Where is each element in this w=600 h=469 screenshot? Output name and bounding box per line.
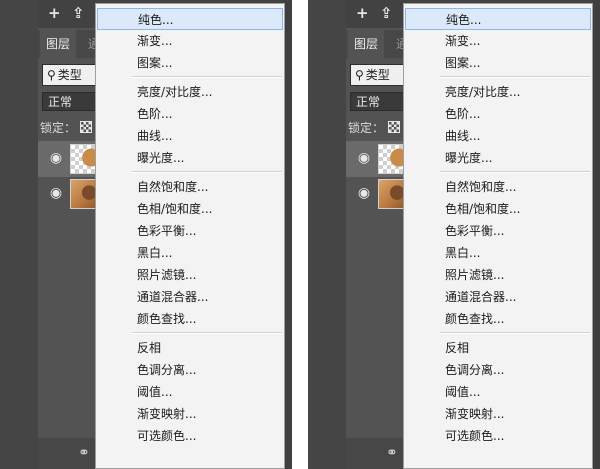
- left-gutter: [308, 0, 346, 469]
- right-gutter: [593, 0, 600, 469]
- menu-item[interactable]: 色相/饱和度...: [405, 198, 591, 220]
- upload-icon[interactable]: ⇪: [72, 4, 85, 22]
- menu-separator-highlight: [132, 333, 282, 334]
- menu-item[interactable]: 渐变...: [405, 30, 591, 52]
- menu-item[interactable]: 曲线...: [97, 125, 283, 147]
- eye-icon[interactable]: ◉: [356, 185, 372, 201]
- menu-item[interactable]: 通道混合器...: [405, 286, 591, 308]
- menu-item[interactable]: 亮度/对比度...: [405, 81, 591, 103]
- menu-separator-highlight: [440, 333, 590, 334]
- filter-label: 类型: [365, 68, 390, 82]
- menu-item[interactable]: 照片滤镜...: [97, 264, 283, 286]
- menu-item[interactable]: 渐变映射...: [405, 403, 591, 425]
- menu-item[interactable]: 色相/饱和度...: [97, 198, 283, 220]
- right-gutter: [285, 0, 292, 469]
- lock-label: 锁定：: [40, 121, 77, 135]
- menu-separator-highlight: [440, 172, 590, 173]
- search-icon: ⚲: [47, 68, 56, 82]
- menu-item[interactable]: 纯色...: [97, 8, 283, 30]
- menu-item[interactable]: 亮度/对比度...: [97, 81, 283, 103]
- add-icon[interactable]: +: [356, 4, 369, 22]
- menu-item[interactable]: 曲线...: [405, 125, 591, 147]
- menu-item[interactable]: 颜色查找...: [405, 308, 591, 330]
- search-icon: ⚲: [355, 68, 364, 82]
- filter-label: 类型: [57, 68, 82, 82]
- menu-item[interactable]: 色调分离...: [97, 359, 283, 381]
- menu-item[interactable]: 色阶...: [97, 103, 283, 125]
- menu-item[interactable]: 照片滤镜...: [405, 264, 591, 286]
- add-icon[interactable]: +: [48, 4, 61, 22]
- menu-item[interactable]: 图案...: [97, 52, 283, 74]
- lock-transparency-icon[interactable]: [388, 121, 401, 133]
- menu-item[interactable]: 通道混合器...: [97, 286, 283, 308]
- menu-item[interactable]: 色阶...: [405, 103, 591, 125]
- menu-item[interactable]: 黑白...: [97, 242, 283, 264]
- menu-item[interactable]: 反相: [405, 337, 591, 359]
- menu-item[interactable]: 黑白...: [405, 242, 591, 264]
- link-icon[interactable]: ⚭: [386, 445, 398, 461]
- upload-icon[interactable]: ⇪: [380, 4, 393, 22]
- eye-icon[interactable]: ◉: [356, 150, 372, 166]
- menu-item[interactable]: 纯色...: [405, 8, 591, 30]
- menu-item[interactable]: 曝光度...: [405, 147, 591, 169]
- lock-transparency-icon[interactable]: [80, 121, 93, 133]
- menu-item[interactable]: 阈值...: [405, 381, 591, 403]
- adjustment-layer-menu: 纯色... 渐变... 图案... 亮度/对比度... 色阶... 曲线... 曝光度...…: [95, 3, 285, 469]
- menu-item[interactable]: 色彩平衡...: [97, 220, 283, 242]
- menu-item[interactable]: 可选颜色...: [405, 425, 591, 447]
- menu-separator-highlight: [440, 77, 590, 78]
- menu-separator-highlight: [132, 77, 282, 78]
- tab-layers[interactable]: 图层: [40, 30, 77, 58]
- adjustment-layer-menu: 纯色... 渐变... 图案... 亮度/对比度... 色阶... 曲线... 曝光度...…: [403, 3, 593, 469]
- eye-icon[interactable]: ◉: [48, 185, 64, 201]
- menu-item[interactable]: 自然饱和度...: [97, 176, 283, 198]
- menu-item[interactable]: 渐变映射...: [97, 403, 283, 425]
- layers-panel-left: + ⇪ 图层 通 ⚲类型 正常 锁定： ◉ ◉ ⚭ fx 纯色...渐变...图…: [0, 0, 292, 469]
- lock-row: 锁定：: [40, 119, 93, 137]
- menu-item[interactable]: 可选颜色...: [97, 425, 283, 447]
- lock-row: 锁定：: [348, 119, 401, 137]
- left-gutter: [0, 0, 38, 469]
- menu-item[interactable]: 色彩平衡...: [405, 220, 591, 242]
- menu-item[interactable]: 颜色查找...: [97, 308, 283, 330]
- menu-item[interactable]: 曝光度...: [97, 147, 283, 169]
- menu-separator-highlight: [132, 172, 282, 173]
- eye-icon[interactable]: ◉: [48, 150, 64, 166]
- layers-panel-right: + ⇪ 图层 通 ⚲类型 正常 锁定： ◉ ◉ ⚭ fx 纯色...渐变...图…: [308, 0, 600, 469]
- menu-item[interactable]: 阈值...: [97, 381, 283, 403]
- link-icon[interactable]: ⚭: [78, 445, 90, 461]
- lock-label: 锁定：: [348, 121, 385, 135]
- menu-item[interactable]: 自然饱和度...: [405, 176, 591, 198]
- menu-item[interactable]: 反相: [97, 337, 283, 359]
- menu-item[interactable]: 渐变...: [97, 30, 283, 52]
- menu-item[interactable]: 色调分离...: [405, 359, 591, 381]
- menu-item[interactable]: 图案...: [405, 52, 591, 74]
- tab-layers[interactable]: 图层: [348, 30, 385, 58]
